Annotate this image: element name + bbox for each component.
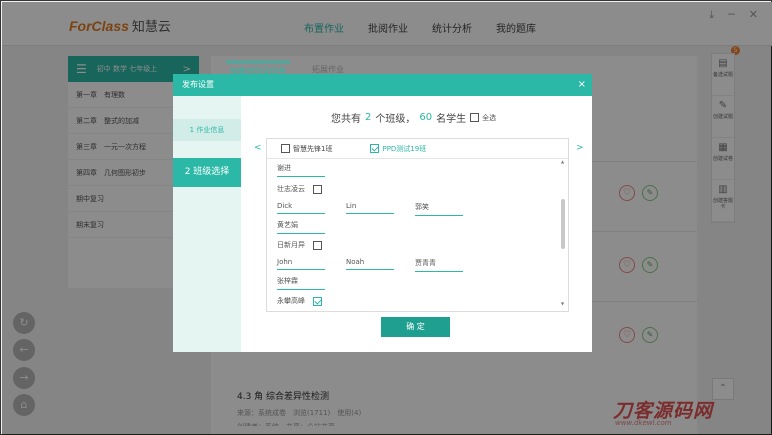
group-item[interactable]: 壮志凌云 — [277, 184, 325, 194]
tab-textbook[interactable]: 按教材目录组卷 — [226, 61, 290, 80]
tab-extension[interactable]: 拓展作业 — [308, 61, 348, 80]
class-tabs: 智慧先锋1班 PPD测试19班 — [267, 139, 568, 159]
content-tabs: 按教材目录组卷 拓展作业 — [226, 61, 366, 80]
app-window: ForClass 知慧云 布置作业 批阅作业 统计分析 我的题库 ⤓ ─ ✕ ☰ … — [0, 0, 772, 435]
dialog-title: 发布设置 — [182, 80, 214, 89]
student-count: 60 — [419, 112, 433, 123]
class-tab-1[interactable]: 智慧先锋1班 — [277, 144, 332, 154]
group-item[interactable]: 日新月异 — [277, 240, 325, 250]
scroll-up-icon[interactable]: ▲ — [561, 159, 564, 164]
scroll-down-icon[interactable]: ▼ — [561, 301, 564, 306]
student-list: 谢进 壮志凌云 Dick Lin 郭笑 黄艺娟 日新月异 John Noah 贾… — [267, 159, 559, 311]
student-item[interactable]: 郭笑 — [415, 202, 463, 216]
close-icon[interactable]: × — [578, 74, 586, 96]
group-checkbox[interactable] — [313, 240, 322, 250]
group-item[interactable]: 永攀高峰 — [277, 296, 325, 306]
student-item[interactable]: 贾青青 — [415, 258, 463, 272]
select-all-label: 全选 — [482, 113, 497, 122]
scrollbar-thumb[interactable] — [561, 199, 565, 249]
student-item[interactable]: Noah — [346, 258, 394, 270]
student-list-scrollbar[interactable]: ▲ ▼ — [561, 159, 565, 309]
group-checkbox[interactable] — [313, 296, 322, 306]
class-selection-box: 智慧先锋1班 PPD测试19班 谢进 壮志凌云 Dick Lin 郭笑 黄艺娟 … — [266, 138, 569, 312]
group-checkbox[interactable] — [313, 184, 322, 194]
confirm-button[interactable]: 确 定 — [381, 317, 450, 337]
student-item[interactable]: John — [277, 258, 325, 270]
student-item[interactable]: Lin — [346, 202, 394, 214]
class-checkbox[interactable] — [281, 144, 290, 153]
class-summary: 您共有 2 个班级， 60 名学生 全选 — [331, 112, 497, 125]
class-count: 2 — [365, 112, 372, 123]
step-homework-info[interactable]: 1 作业信息 — [173, 119, 241, 141]
step-class-selection[interactable]: 2 班级选择 — [173, 158, 241, 187]
class-checkbox[interactable] — [370, 144, 380, 153]
class-tab-2[interactable]: PPD测试19班 — [366, 144, 426, 154]
student-item[interactable]: 谢进 — [277, 163, 325, 177]
next-class-arrow[interactable]: > — [576, 143, 584, 153]
student-item[interactable]: Dick — [277, 202, 325, 214]
student-item[interactable]: 黄艺娟 — [277, 220, 325, 234]
publish-settings-dialog: 发布设置 × 1 作业信息 2 班级选择 您共有 2 个班级， 60 名学生 全… — [173, 74, 592, 352]
prev-class-arrow[interactable]: < — [254, 143, 262, 153]
select-all-checkbox[interactable] — [470, 113, 480, 122]
student-item[interactable]: 张梓霖 — [277, 276, 325, 290]
